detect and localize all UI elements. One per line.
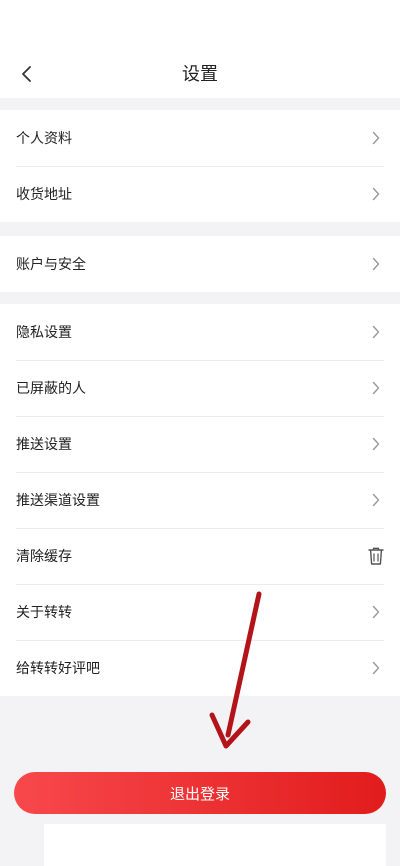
chevron-right-icon — [366, 184, 386, 204]
settings-item-label: 已屏蔽的人 — [16, 381, 86, 397]
settings-item-push[interactable]: 推送设置 — [0, 416, 400, 472]
settings-item-label: 给转转好评吧 — [16, 661, 100, 677]
settings-item-blocked-users[interactable]: 已屏蔽的人 — [0, 360, 400, 416]
settings-item-privacy[interactable]: 隐私设置 — [0, 304, 400, 360]
settings-item-label: 收货地址 — [16, 187, 72, 203]
settings-item-label: 推送设置 — [16, 437, 72, 453]
page-title: 设置 — [182, 64, 218, 85]
settings-item-about[interactable]: 关于转转 — [0, 584, 400, 640]
settings-item-label: 账户与安全 — [16, 257, 86, 273]
chevron-right-icon — [366, 658, 386, 678]
settings-item-label: 隐私设置 — [16, 325, 72, 341]
chevron-right-icon — [366, 128, 386, 148]
settings-item-label: 推送渠道设置 — [16, 493, 100, 509]
settings-group-general: 隐私设置 已屏蔽的人 推送设置 推送渠道设置 清除缓存 关于转转 给转转好评吧 — [0, 304, 400, 696]
settings-item-push-channel[interactable]: 推送渠道设置 — [0, 472, 400, 528]
chevron-right-icon — [366, 434, 386, 454]
settings-item-label: 清除缓存 — [16, 549, 72, 565]
chevron-right-icon — [366, 602, 386, 622]
chevron-right-icon — [366, 254, 386, 274]
logout-button[interactable]: 退出登录 — [14, 772, 386, 814]
chevron-right-icon — [366, 490, 386, 510]
chevron-right-icon — [366, 378, 386, 398]
settings-item-shipping-address[interactable]: 收货地址 — [0, 166, 400, 222]
settings-item-label: 个人资料 — [16, 131, 72, 147]
settings-screen: 设置 个人资料 收货地址 账户与安全 隐私设置 已屏蔽的人 推送设置 推送渠道设… — [0, 0, 400, 866]
header-bar: 设置 — [0, 0, 400, 98]
settings-item-profile[interactable]: 个人资料 — [0, 110, 400, 166]
settings-item-account-security[interactable]: 账户与安全 — [0, 236, 400, 292]
chevron-right-icon — [366, 322, 386, 342]
settings-item-label: 关于转转 — [16, 605, 72, 621]
bottom-panel — [44, 824, 386, 866]
trash-icon[interactable] — [366, 546, 386, 566]
settings-group-profile: 个人资料 收货地址 — [0, 110, 400, 222]
settings-group-account: 账户与安全 — [0, 236, 400, 292]
settings-item-rate-app[interactable]: 给转转好评吧 — [0, 640, 400, 696]
settings-item-clear-cache[interactable]: 清除缓存 — [0, 528, 400, 584]
